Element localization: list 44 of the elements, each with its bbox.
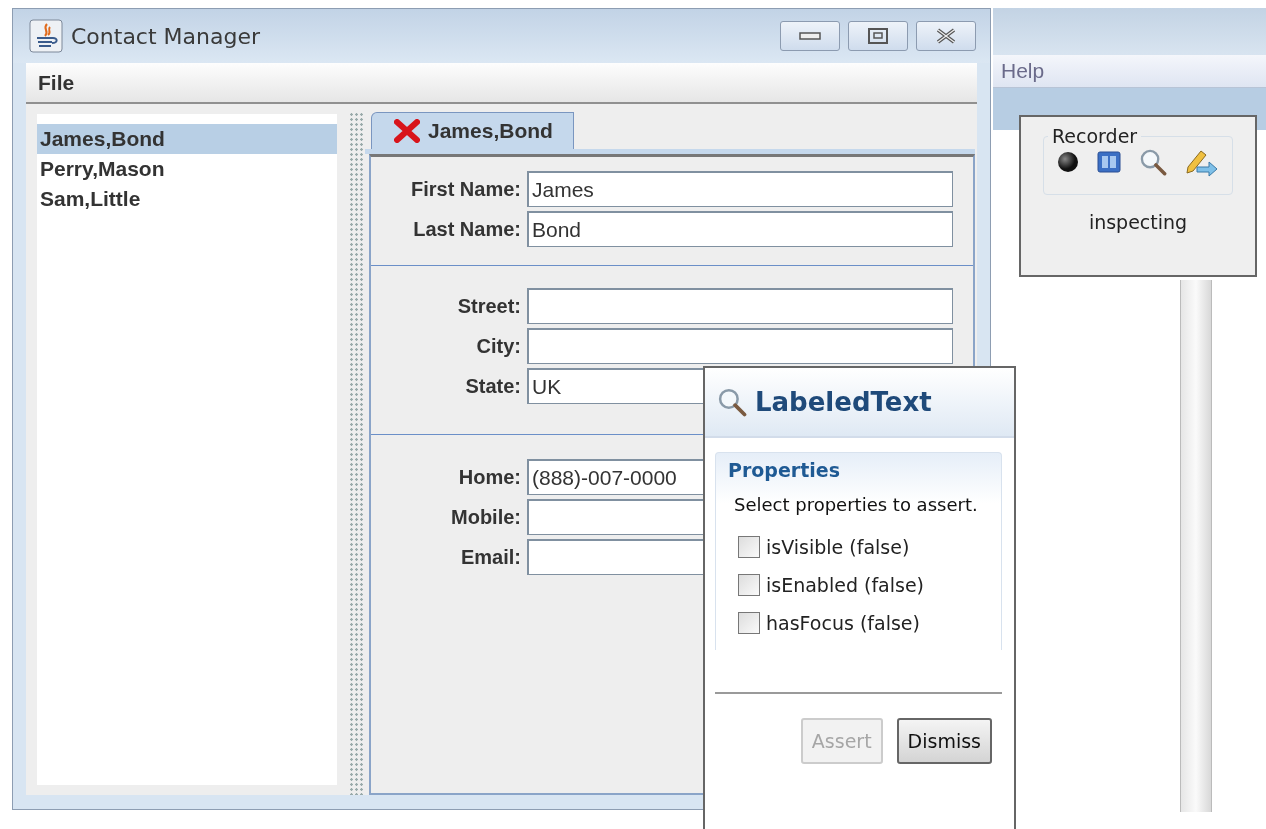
field-label: Home: [457,465,521,489]
checkbox[interactable] [738,612,760,634]
panel-title: Recorder [1051,125,1139,147]
minimize-button[interactable] [780,21,840,51]
record-icon[interactable] [1057,151,1079,173]
window-title: Contact Manager [71,23,262,49]
input-field[interactable]: Bond [527,211,953,247]
contact-tab[interactable]: James,Bond [371,112,574,149]
field-label: State: [464,374,521,398]
field-label: Last Name: [412,217,521,241]
field-label: Street: [456,294,521,318]
contact-item[interactable]: Sam,Little [37,184,337,214]
maximize-icon [868,28,888,44]
input-field[interactable] [527,328,953,364]
popup-title: LabeledText [755,387,932,417]
property-label: hasFocus (false) [766,612,920,634]
minimize-icon [799,32,821,40]
action-button[interactable]: Dismiss [896,718,992,764]
checkbox[interactable] [738,536,760,558]
instruction-text: Select properties to assert. [734,493,978,517]
close-icon[interactable] [394,119,420,143]
close-icon [935,28,957,44]
maximize-button[interactable] [848,21,908,51]
field-label: Email: [459,545,521,569]
search-icon [1139,148,1167,176]
app-cup-icon [29,19,63,53]
section-title: Properties [727,458,841,483]
input-field[interactable] [527,288,953,324]
field-label: Mobile: [450,505,521,529]
property-label: isVisible (false) [766,536,910,558]
field-label: City: [475,334,521,358]
field-label: First Name: [409,177,521,201]
status-text: inspecting [1088,211,1188,233]
contact-item[interactable]: Perry,Mason [37,154,337,184]
property-label: isEnabled (false) [766,574,925,596]
checkbox[interactable] [738,574,760,596]
contact-item[interactable]: James,Bond [37,124,337,154]
input-field[interactable]: James [527,171,953,207]
search-icon [717,387,747,417]
pause-icon[interactable] [1097,151,1121,173]
menu-item[interactable]: Help [1001,59,1045,83]
menu-item[interactable]: File [38,70,75,95]
close-button[interactable] [916,21,976,51]
scrollbar[interactable] [1180,280,1212,812]
